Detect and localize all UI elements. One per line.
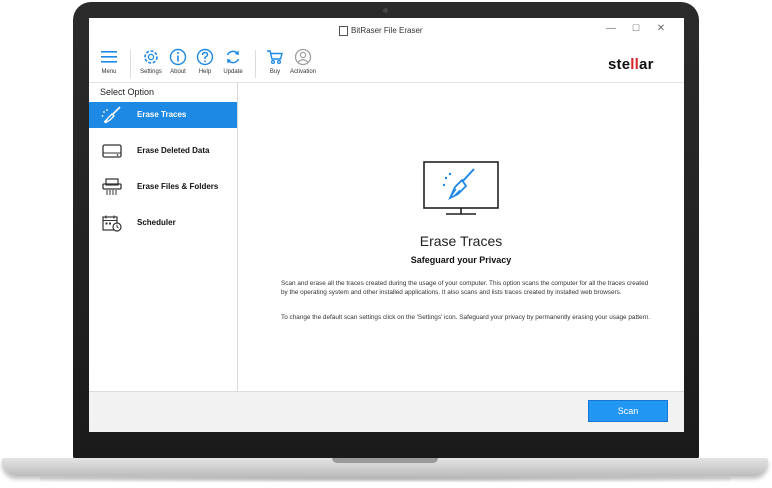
page-title: Erase Traces — [419, 233, 503, 249]
app-window: BitRaser File Eraser — ☐ ✕ Menu Settings — [89, 18, 684, 432]
monitor-broom-icon — [423, 161, 499, 215]
toolbar: Menu Settings About Help Update Buy Acti… — [89, 44, 684, 83]
drive-icon — [102, 144, 122, 158]
stellar-logo: stellar — [608, 56, 654, 73]
sidebar-item-erase-deleted-data[interactable]: Erase Deleted Data — [89, 138, 237, 164]
sidebar-item-erase-files-folders[interactable]: Erase Files & Folders — [89, 174, 237, 200]
sidebar-item-erase-traces[interactable]: Erase Traces — [89, 102, 237, 128]
toolbar-separator — [130, 50, 131, 78]
app-icon — [339, 26, 348, 36]
gear-icon — [144, 50, 158, 64]
laptop-notch — [332, 458, 438, 463]
sidebar-item-label: Erase Files & Folders — [137, 182, 219, 191]
webcam — [383, 8, 388, 13]
description-paragraph: Scan and erase all the traces created du… — [281, 280, 649, 296]
sidebar-title: Select Option — [100, 87, 155, 97]
broom-icon — [101, 106, 121, 124]
update-button[interactable]: Update — [215, 48, 251, 75]
update-label: Update — [223, 69, 243, 75]
shredder-icon — [102, 178, 122, 195]
activation-button[interactable]: Activation — [285, 48, 321, 75]
footer-bar: Scan — [89, 391, 684, 432]
toolbar-separator — [255, 50, 256, 78]
sidebar-item-label: Scheduler — [137, 218, 176, 227]
sidebar-item-label: Erase Deleted Data — [137, 146, 210, 155]
title-bar: BitRaser File Eraser — ☐ ✕ — [89, 18, 684, 44]
menu-button[interactable]: Menu — [91, 48, 127, 75]
help-icon — [196, 48, 214, 66]
sidebar-item-scheduler[interactable]: Scheduler — [89, 210, 237, 236]
window-title: BitRaser File Eraser — [351, 26, 423, 35]
refresh-icon — [226, 50, 240, 64]
hamburger-icon — [101, 51, 117, 63]
page-subtitle: Safeguard your Privacy — [410, 255, 512, 265]
cart-icon — [267, 50, 283, 65]
activation-label: Activation — [289, 69, 316, 75]
minimize-button[interactable]: — — [601, 23, 621, 34]
laptop-shadow — [40, 476, 730, 482]
info-icon — [169, 48, 187, 66]
settings-hint-paragraph: To change the default scan settings clic… — [281, 314, 651, 321]
menu-label: Menu — [101, 69, 117, 75]
main-panel: Erase Traces Safeguard your Privacy Scan… — [238, 83, 684, 391]
calendar-clock-icon — [102, 215, 122, 232]
sidebar-item-label: Erase Traces — [137, 110, 187, 119]
close-button[interactable]: ✕ — [651, 23, 671, 34]
maximize-button[interactable]: ☐ — [626, 23, 646, 34]
user-icon — [294, 48, 312, 66]
scan-button[interactable]: Scan — [588, 400, 668, 422]
sidebar: Select Option Erase Traces Erase Deleted… — [89, 83, 238, 391]
laptop-base — [2, 458, 768, 476]
